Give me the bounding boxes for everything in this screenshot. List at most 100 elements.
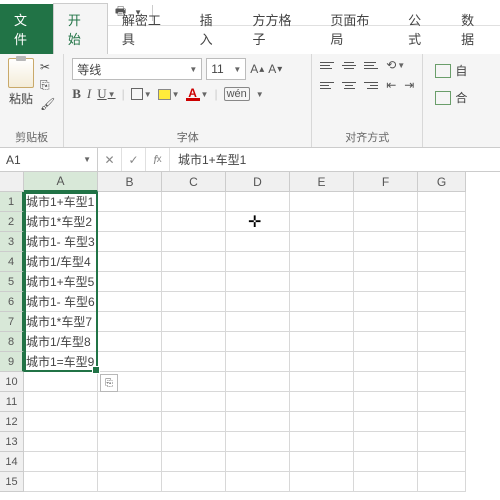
align-right-icon[interactable] bbox=[364, 82, 378, 89]
phonetic-button[interactable]: wén bbox=[224, 87, 250, 101]
cell-G15[interactable] bbox=[418, 472, 466, 492]
cell-G5[interactable] bbox=[418, 272, 466, 292]
cell-F15[interactable] bbox=[354, 472, 418, 492]
cell-F13[interactable] bbox=[354, 432, 418, 452]
cell-F1[interactable] bbox=[354, 192, 418, 212]
cell-D8[interactable] bbox=[226, 332, 290, 352]
row-head-10[interactable]: 10 bbox=[0, 372, 24, 392]
cell-F6[interactable] bbox=[354, 292, 418, 312]
align-top-icon[interactable] bbox=[320, 62, 334, 69]
increase-indent-icon[interactable]: ⇥ bbox=[404, 78, 414, 92]
cell-E15[interactable] bbox=[290, 472, 354, 492]
row-head-15[interactable]: 15 bbox=[0, 472, 24, 492]
col-head-A[interactable]: A bbox=[24, 172, 98, 192]
cell-A5[interactable]: 城市1+车型5 bbox=[24, 272, 98, 292]
row-head-2[interactable]: 2 bbox=[0, 212, 24, 232]
tab-layout[interactable]: 页面布局 bbox=[316, 4, 394, 54]
align-left-icon[interactable] bbox=[320, 82, 334, 89]
cell-F10[interactable] bbox=[354, 372, 418, 392]
row-head-7[interactable]: 7 bbox=[0, 312, 24, 332]
row-head-1[interactable]: 1 bbox=[0, 192, 24, 212]
cell-E4[interactable] bbox=[290, 252, 354, 272]
cell-A15[interactable] bbox=[24, 472, 98, 492]
cell-E14[interactable] bbox=[290, 452, 354, 472]
cell-C1[interactable] bbox=[162, 192, 226, 212]
tab-file[interactable]: 文件 bbox=[0, 4, 53, 54]
merge-center-button[interactable]: 合 bbox=[435, 89, 467, 106]
cell-D4[interactable] bbox=[226, 252, 290, 272]
cell-F12[interactable] bbox=[354, 412, 418, 432]
cell-G11[interactable] bbox=[418, 392, 466, 412]
cell-D1[interactable] bbox=[226, 192, 290, 212]
cell-C11[interactable] bbox=[162, 392, 226, 412]
format-painter-icon[interactable]: 🖌 bbox=[40, 97, 55, 111]
col-head-F[interactable]: F bbox=[354, 172, 418, 192]
row-head-12[interactable]: 12 bbox=[0, 412, 24, 432]
cell-G13[interactable] bbox=[418, 432, 466, 452]
cell-A11[interactable] bbox=[24, 392, 98, 412]
row-head-4[interactable]: 4 bbox=[0, 252, 24, 272]
fx-icon[interactable]: fx bbox=[146, 148, 170, 171]
autofill-options-icon[interactable]: ⎘ bbox=[100, 374, 118, 392]
col-head-B[interactable]: B bbox=[98, 172, 162, 192]
cell-E6[interactable] bbox=[290, 292, 354, 312]
cell-F5[interactable] bbox=[354, 272, 418, 292]
cell-D10[interactable] bbox=[226, 372, 290, 392]
cell-E2[interactable] bbox=[290, 212, 354, 232]
tab-home[interactable]: 开始 bbox=[53, 3, 108, 54]
cell-C8[interactable] bbox=[162, 332, 226, 352]
cell-D9[interactable] bbox=[226, 352, 290, 372]
cell-A14[interactable] bbox=[24, 452, 98, 472]
cell-D6[interactable] bbox=[226, 292, 290, 312]
cell-C9[interactable] bbox=[162, 352, 226, 372]
cell-B6[interactable] bbox=[98, 292, 162, 312]
font-color-button[interactable]: A▼ bbox=[186, 88, 209, 101]
cell-B8[interactable] bbox=[98, 332, 162, 352]
copy-icon[interactable]: ⎘ bbox=[40, 78, 55, 93]
cell-E5[interactable] bbox=[290, 272, 354, 292]
cell-G2[interactable] bbox=[418, 212, 466, 232]
cell-D5[interactable] bbox=[226, 272, 290, 292]
tab-decrypt[interactable]: 解密工具 bbox=[108, 4, 186, 54]
cell-B12[interactable] bbox=[98, 412, 162, 432]
orientation-icon[interactable]: ⟲▼ bbox=[386, 58, 405, 72]
cell-G9[interactable] bbox=[418, 352, 466, 372]
wrap-text-button[interactable]: 自 bbox=[435, 62, 467, 79]
cell-C3[interactable] bbox=[162, 232, 226, 252]
cell-E9[interactable] bbox=[290, 352, 354, 372]
cell-A2[interactable]: 城市1*车型2 bbox=[24, 212, 98, 232]
cell-B15[interactable] bbox=[98, 472, 162, 492]
cell-B11[interactable] bbox=[98, 392, 162, 412]
tab-data[interactable]: 数据 bbox=[447, 4, 500, 54]
tab-ffgz[interactable]: 方方格子 bbox=[239, 4, 317, 54]
cell-C4[interactable] bbox=[162, 252, 226, 272]
cell-F3[interactable] bbox=[354, 232, 418, 252]
cell-G1[interactable] bbox=[418, 192, 466, 212]
bold-button[interactable]: B bbox=[72, 86, 81, 102]
accept-formula-icon[interactable]: ✓ bbox=[122, 148, 146, 171]
cell-G12[interactable] bbox=[418, 412, 466, 432]
row-head-6[interactable]: 6 bbox=[0, 292, 24, 312]
row-head-8[interactable]: 8 bbox=[0, 332, 24, 352]
cell-B3[interactable] bbox=[98, 232, 162, 252]
cell-F11[interactable] bbox=[354, 392, 418, 412]
col-head-G[interactable]: G bbox=[418, 172, 466, 192]
cell-D14[interactable] bbox=[226, 452, 290, 472]
col-head-E[interactable]: E bbox=[290, 172, 354, 192]
cell-A12[interactable] bbox=[24, 412, 98, 432]
row-head-11[interactable]: 11 bbox=[0, 392, 24, 412]
cell-C13[interactable] bbox=[162, 432, 226, 452]
spreadsheet-grid[interactable]: ABCDEFG 1城市1+车型12城市1*车型23城市1- 车型34城市1/车型… bbox=[0, 172, 500, 492]
cell-A1[interactable]: 城市1+车型1 bbox=[24, 192, 98, 212]
cell-E8[interactable] bbox=[290, 332, 354, 352]
col-head-C[interactable]: C bbox=[162, 172, 226, 192]
cell-B14[interactable] bbox=[98, 452, 162, 472]
cell-A8[interactable]: 城市1/车型8 bbox=[24, 332, 98, 352]
tab-formula[interactable]: 公式 bbox=[394, 4, 447, 54]
cell-D11[interactable] bbox=[226, 392, 290, 412]
grow-font-icon[interactable]: A▴ bbox=[250, 62, 264, 76]
cell-A4[interactable]: 城市1/车型4 bbox=[24, 252, 98, 272]
cell-A3[interactable]: 城市1- 车型3 bbox=[24, 232, 98, 252]
cell-E7[interactable] bbox=[290, 312, 354, 332]
cell-E13[interactable] bbox=[290, 432, 354, 452]
